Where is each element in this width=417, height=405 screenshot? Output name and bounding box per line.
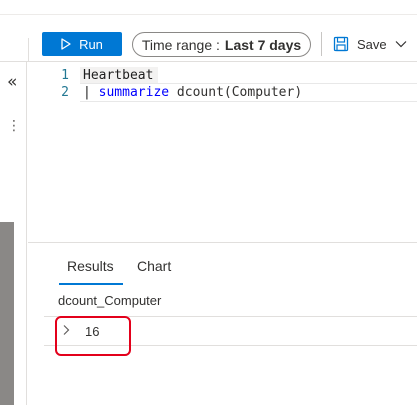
toolbar-divider — [321, 32, 322, 56]
column-header[interactable]: dcount_Computer — [58, 293, 161, 308]
pipe-operator: | — [83, 85, 99, 100]
play-icon — [61, 38, 71, 50]
active-tab-indicator — [59, 283, 123, 285]
toolbar-left-divider — [28, 38, 29, 62]
time-range-label: Time range : — [141, 36, 220, 53]
line-number: 2 — [61, 85, 69, 100]
code-text: Heartbeat — [83, 68, 154, 83]
tab-chart[interactable]: Chart — [137, 258, 171, 280]
more-vertical-icon[interactable]: ⋮ — [7, 119, 21, 133]
double-chevron-left-icon[interactable]: « — [7, 74, 17, 91]
save-icon — [333, 36, 349, 52]
run-button-label: Run — [79, 36, 103, 52]
summarize-keyword: summarize — [98, 85, 170, 100]
time-range-picker[interactable]: Time range : Last 7 days — [132, 32, 311, 57]
top-divider — [0, 14, 417, 15]
save-button-label: Save — [357, 36, 387, 52]
save-button[interactable]: Save — [333, 33, 407, 55]
chevron-down-icon — [395, 41, 407, 48]
code-args: dcount(Computer) — [169, 85, 303, 100]
code-text: | summarize dcount(Computer) — [83, 85, 302, 100]
line-number: 1 — [61, 68, 69, 83]
tab-results[interactable]: Results — [67, 258, 114, 280]
run-button[interactable]: Run — [42, 32, 122, 56]
rail-scrollbar[interactable] — [0, 222, 14, 405]
toolbar: Run Time range : Last 7 days Save — [0, 0, 417, 62]
annotation-highlight-box — [55, 316, 131, 356]
time-range-value: Last 7 days — [224, 36, 302, 53]
